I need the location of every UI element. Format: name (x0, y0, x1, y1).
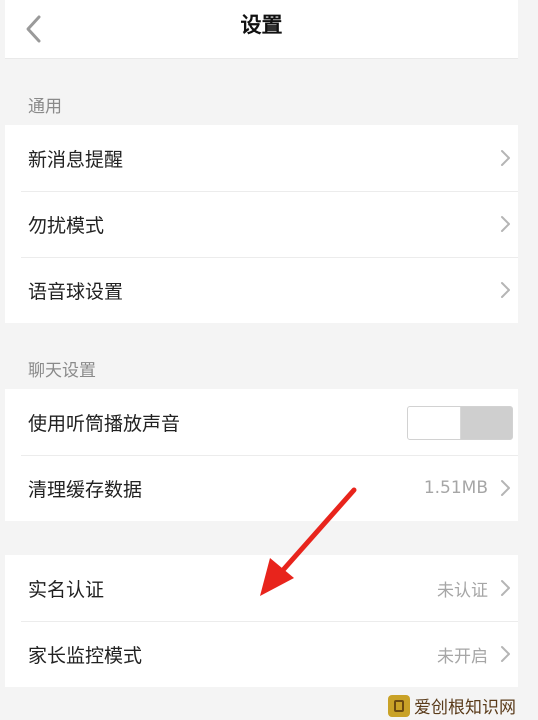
page-title: 设置 (240, 13, 283, 37)
parental-mode-status: 未开启 (437, 646, 488, 667)
row-label: 实名认证 (28, 578, 105, 601)
watermark: 爱创根知识网 (388, 693, 516, 718)
row-label: 语音球设置 (28, 280, 124, 303)
verification-status: 未认证 (437, 580, 488, 601)
row-label: 勿扰模式 (28, 214, 105, 237)
chevron-right-icon (501, 282, 510, 298)
toggle-knob (408, 407, 461, 439)
settings-screen: 设置 通用 新消息提醒 勿扰模式 语音球设置 聊天设置 使用听筒播放声音 清理缓… (5, 0, 518, 720)
earpiece-toggle[interactable] (407, 406, 513, 440)
row-label: 新消息提醒 (28, 148, 124, 171)
chevron-right-icon (501, 480, 510, 496)
row-earpiece-playback: 使用听筒播放声音 (5, 389, 518, 455)
cache-size-value: 1.51MB (423, 478, 488, 498)
row-do-not-disturb[interactable]: 勿扰模式 (5, 191, 518, 257)
row-clear-cache[interactable]: 清理缓存数据 1.51MB (5, 455, 518, 521)
row-parental-monitoring[interactable]: 家长监控模式 未开启 (5, 621, 518, 687)
chevron-right-icon (501, 150, 510, 166)
row-new-message-alert[interactable]: 新消息提醒 (5, 125, 518, 191)
group-general: 新消息提醒 勿扰模式 语音球设置 (5, 125, 518, 323)
group-chat: 使用听筒播放声音 清理缓存数据 1.51MB (5, 389, 518, 521)
row-real-name-verification[interactable]: 实名认证 未认证 (5, 555, 518, 621)
chevron-right-icon (501, 216, 510, 232)
watermark-logo-icon (388, 694, 410, 717)
row-label: 使用听筒播放声音 (28, 412, 181, 435)
chevron-right-icon (501, 580, 510, 596)
section-label-chat: 聊天设置 (28, 361, 96, 381)
top-bar: 设置 (5, 0, 518, 59)
row-voice-ball-settings[interactable]: 语音球设置 (5, 257, 518, 323)
row-label: 家长监控模式 (28, 644, 143, 667)
watermark-text: 爱创根知识网 (414, 698, 516, 718)
row-label: 清理缓存数据 (28, 478, 143, 501)
section-label-general: 通用 (28, 97, 62, 117)
chevron-right-icon (501, 646, 510, 662)
group-account: 实名认证 未认证 家长监控模式 未开启 (5, 555, 518, 687)
